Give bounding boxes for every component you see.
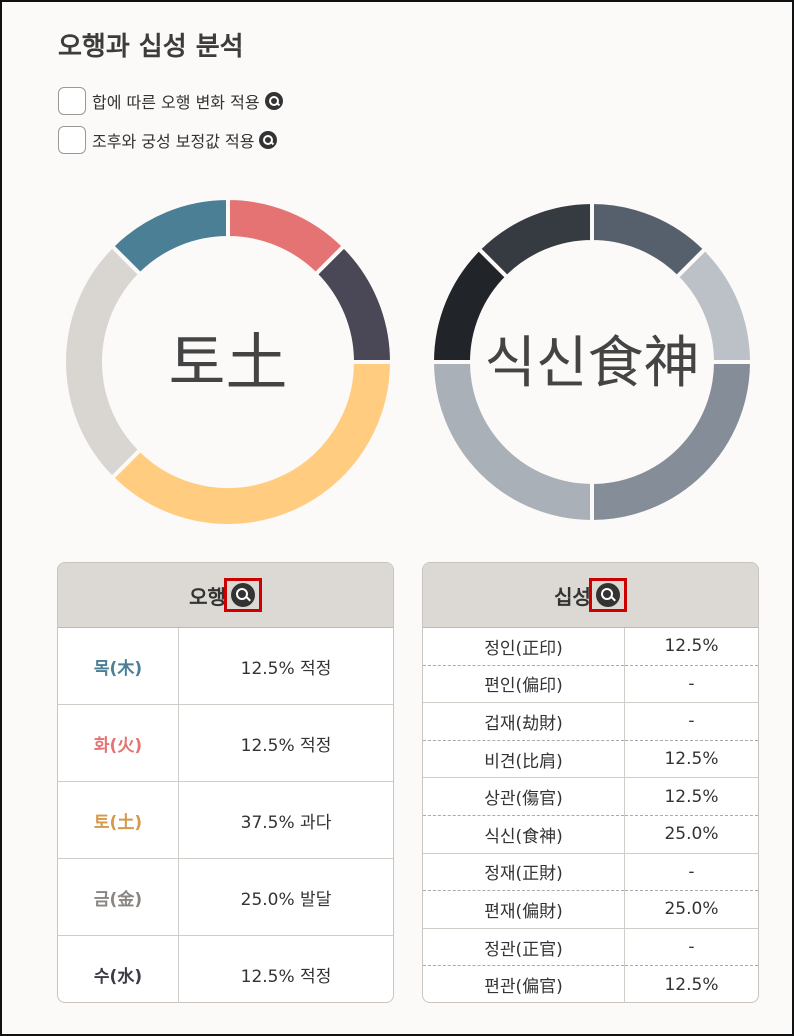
donut-center-label: 식신食神 [484,331,699,396]
table-row: 식신(食神) 25.0% [423,815,758,854]
ohaeng-table-card: 오행 목(木) 12.5% 적정 화(火) 12.5% 적정 토(土) 37.5% 과다 금… [57,562,394,1003]
option-johu-label: 조후와 궁성 보정값 적용 [92,132,255,151]
sipseong-label: 편인(偏印) [423,665,625,704]
analysis-panel: 오행과 십성 분석 합에 따른 오행 변화 적용 조후와 궁성 보정값 적용 토… [0,0,794,1036]
donut-slice [62,243,144,481]
table-row: 비견(比肩) 12.5% [423,740,758,779]
sipseong-value: - [624,665,758,704]
sipseong-label: 편관(偏官) [423,965,625,1002]
table-row: 화(火) 12.5% 적정 [58,704,393,782]
sipseong-table-header: 십성 [423,563,758,628]
sipseong-header-label: 십성 [554,584,591,609]
sipseong-label: 겁재(劫財) [423,702,625,741]
option-johu-checkbox[interactable] [58,126,86,154]
table-row: 정인(正印) 12.5% [423,628,758,666]
donut-slice [312,243,395,364]
sipseong-value: 25.0% [624,890,758,929]
table-row: 편재(偏財) 25.0% [423,890,758,929]
sipseong-value: - [624,853,758,892]
sipseong-table-card: 십성 정인(正印) 12.5% 편인(偏印) - 겁재(劫財) - 비견(比肩) 12.5% 상… [422,562,759,1003]
ohaeng-element-value: 12.5% 적정 [240,966,332,987]
table-row: 정관(正官) - [423,928,758,967]
sipseong-donut-chart: 식신食神 [422,192,762,532]
sipseong-value: 12.5% [624,777,758,816]
sipseong-label: 편재(偏財) [423,890,625,929]
sipseong-value: 25.0% [624,815,758,854]
search-icon[interactable] [259,131,278,149]
ohaeng-element-label: 목(木) [58,628,179,705]
ohaeng-donut-chart: 토土 [58,192,398,532]
option-hap-checkbox[interactable] [58,87,86,115]
search-icon[interactable] [264,92,283,110]
sipseong-label: 식신(食神) [423,815,625,854]
ohaeng-header-label: 오행 [189,584,226,609]
sipseong-table: 정인(正印) 12.5% 편인(偏印) - 겁재(劫財) - 비견(比肩) 12.5% 상관(傷… [423,628,758,1002]
sipseong-info-button[interactable] [588,578,627,612]
donut-center-label: 토土 [168,326,287,399]
sipseong-value: - [624,702,758,741]
table-row: 토(土) 37.5% 과다 [58,781,393,859]
option-hap-label: 합에 따른 오행 변화 적용 [92,93,260,112]
table-row: 편관(偏官) 12.5% [423,965,758,1002]
table-row: 상관(傷官) 12.5% [423,777,758,816]
sipseong-value: 12.5% [624,740,758,779]
table-row: 겁재(劫財) - [423,702,758,741]
ohaeng-element-label: 토(土) [58,781,179,859]
sipseong-label: 상관(傷官) [423,777,625,816]
search-icon [230,583,255,607]
page-title: 오행과 십성 분석 [58,32,244,62]
donut-slice [109,195,230,278]
table-row: 금(金) 25.0% 발달 [58,858,393,936]
ohaeng-element-value: 25.0% 발달 [178,858,393,936]
ohaeng-info-button[interactable] [223,578,262,612]
ohaeng-element-value: 12.5% 적정 [178,704,393,782]
ohaeng-table-header: 오행 [58,563,393,628]
sipseong-label: 정재(正財) [423,853,625,892]
option-johu-correction[interactable]: 조후와 궁성 보정값 적용 [58,126,278,154]
sipseong-label: 비견(比肩) [423,740,625,779]
ohaeng-element-label: 수(水) [58,935,179,1002]
table-row: 수(水) 12.5% 적정 [58,935,393,1002]
table-row: 목(木) 12.5% 적정 [58,628,393,705]
sipseong-label: 정인(正印) [423,628,625,666]
ohaeng-table: 목(木) 12.5% 적정 화(火) 12.5% 적정 토(土) 37.5% 과다 금(金)… [58,628,393,1002]
sipseong-value: 12.5% [624,628,758,666]
sipseong-label: 정관(正官) [423,928,625,967]
table-row: 편인(偏印) - [423,665,758,704]
ohaeng-element-value: 37.5% 과다 [178,781,393,859]
ohaeng-element-value: 12.5% 적정 [178,628,393,705]
ohaeng-element-label: 금(金) [58,858,179,936]
table-row: 정재(正財) - [423,853,758,892]
ohaeng-element-label: 화(火) [58,704,179,782]
search-icon [595,583,620,607]
option-hap-change[interactable]: 합에 따른 오행 변화 적용 [58,87,283,115]
sipseong-value: - [624,928,758,967]
sipseong-value: 12.5% [664,974,719,995]
donut-slice [476,199,594,280]
